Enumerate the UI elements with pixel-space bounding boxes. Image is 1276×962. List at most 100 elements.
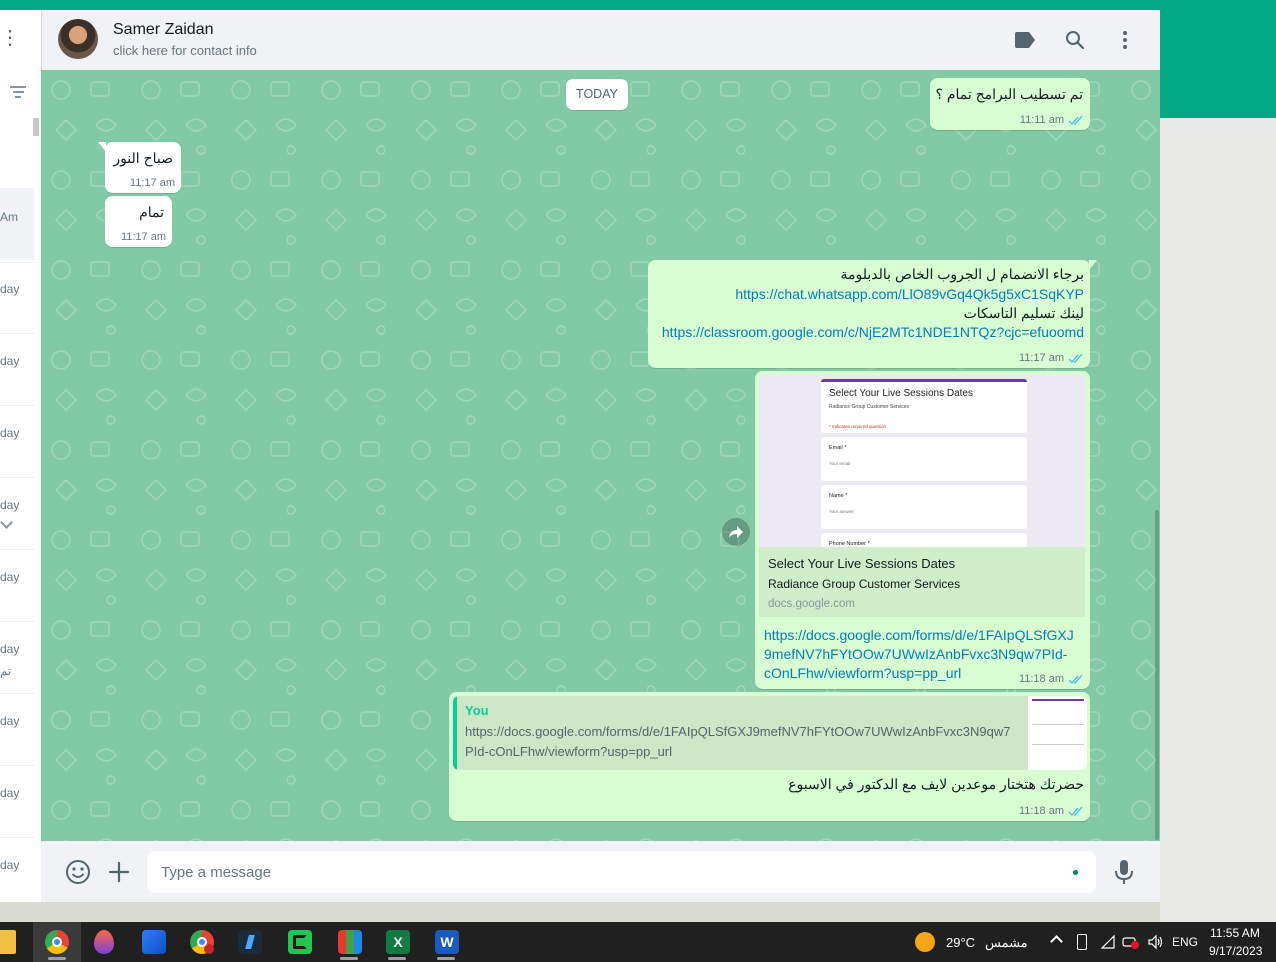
app-background-accent [1160,10,1276,118]
bubble-tail [98,142,106,152]
emoji-icon[interactable] [65,859,91,885]
divider [0,405,34,406]
quote-thumbnail [1027,696,1087,770]
chat-list-time[interactable]: day [0,354,19,368]
chevron-up-icon[interactable] [1050,935,1063,948]
forward-icon[interactable] [722,518,750,546]
search-icon[interactable] [1063,28,1087,52]
chevron-down-icon[interactable] [0,516,13,529]
read-ticks-icon [1068,806,1083,816]
volume-icon[interactable] [1147,934,1163,950]
network-warning-icon[interactable] [1122,934,1140,950]
status-dot [1073,870,1078,875]
label-icon[interactable] [1013,28,1037,52]
avatar[interactable] [58,19,98,59]
active-indicator [48,957,66,960]
chat-list-time[interactable]: day [0,786,19,800]
photos-icon[interactable] [142,930,166,954]
link-preview-details[interactable]: Select Your Live Sessions Dates Radiance… [759,547,1085,617]
message-time: 11:18 am [1018,673,1064,685]
sidebar-scrollbar[interactable] [33,118,39,136]
message-time: 11:17 am [1018,352,1064,364]
message-incoming[interactable]: تمام 11:17 am [105,196,172,247]
message-outgoing-link-preview[interactable]: Select Your Live Sessions Dates Radiance… [755,371,1090,689]
quote-bar [453,696,457,770]
device-icon[interactable] [1077,934,1087,950]
weather-temperature[interactable]: 29°C [946,935,975,950]
chat-list-time[interactable]: day [0,498,19,512]
date-divider: TODAY [566,79,628,110]
message-meta: 11:18 am [1019,805,1084,817]
chat-list-time[interactable]: day [0,282,19,296]
chat-list-time[interactable]: day [0,858,19,872]
quoted-message[interactable]: You https://docs.google.com/forms/d/e/1F… [453,696,1087,770]
divider [0,765,34,766]
os-taskbar: X W 29°C مشمس ENG 11:55 AM 9/17/2023 [0,922,1276,962]
microphone-icon[interactable] [1114,859,1134,885]
contact-info-hint[interactable]: click here for contact info [113,43,257,58]
input-language[interactable]: ENG [1172,935,1198,949]
filter-icon[interactable] [10,86,26,101]
chat-list-time[interactable]: day [0,426,19,440]
menu-icon[interactable]: ⋮ [0,28,20,48]
clock-date[interactable]: 9/17/2023 [1209,944,1262,958]
message-meta: 11:11 am [1020,114,1084,126]
quote-text: https://docs.google.com/forms/d/e/1FAIpQ… [465,724,1011,739]
weather-condition[interactable]: مشمس [985,935,1028,951]
message-meta: 11:17 am [1019,352,1084,364]
contact-name[interactable]: Samer Zaidan [113,21,214,39]
chat-list-time[interactable]: day [0,714,19,728]
word-icon[interactable]: W [435,930,459,954]
message-input[interactable] [147,851,1096,893]
conversation-panel[interactable]: TODAY تم تسطيب البرامج تمام ؟ 11:11 am ص… [41,70,1160,841]
chat-list-time[interactable]: day [0,570,19,584]
excel-icon[interactable]: X [386,930,410,954]
attach-plus-icon[interactable] [108,861,130,883]
paint-drop-icon[interactable] [94,930,114,954]
message-outgoing[interactable]: تم تسطيب البرامج تمام ؟ 11:11 am [930,78,1090,130]
message-incoming[interactable]: صباح النور 11:17 am [98,142,181,193]
divider [0,262,34,263]
multicolor-app-icon[interactable] [338,930,362,954]
message-link[interactable]: https://classroom.google.com/c/NjE2MTc1N… [662,324,1084,340]
read-ticks-icon [1068,115,1083,125]
camtasia-icon[interactable] [288,930,312,954]
link-preview-description: Radiance Group Customer Services [768,577,961,591]
link-line[interactable]: https://docs.google.com/forms/d/e/1FAIpQ… [764,626,1074,645]
link-preview-image[interactable]: Select Your Live Sessions Dates Radiance… [759,375,1085,547]
message-time: 11:17 am [120,231,166,243]
divider [0,333,34,334]
chat-list-item-selected[interactable] [0,188,34,260]
chat-list-snippet: تم [0,664,12,678]
chrome-profile-icon[interactable] [190,930,214,954]
link-preview-domain: docs.google.com [768,598,855,610]
message-text: برجاء الانضمام ل الجروب الخاص بالدبلومة [840,266,1084,282]
chat-header[interactable]: Samer Zaidan click here for contact info [41,10,1160,70]
message-outgoing[interactable]: برجاء الانضمام ل الجروب الخاص بالدبلومة … [648,260,1097,368]
message-meta: 11:18 am [1019,673,1084,685]
form-header-card: Select Your Live Sessions Dates Radiance… [821,379,1027,433]
message-time: 11:18 am [1018,805,1064,817]
divider [0,621,34,622]
file-explorer-icon[interactable] [0,930,16,954]
menu-icon[interactable] [1113,28,1137,52]
form-field-card: Email * Your email [821,437,1027,481]
chat-list-sidebar: ⋮ Am day day day day day day تم day day … [0,10,41,902]
message-text: تمام [139,204,164,220]
message-link[interactable]: https://chat.whatsapp.com/LlO89vGq4Qk5g5… [735,286,1084,302]
message-time: 11:11 am [1019,114,1064,126]
divider [0,693,34,694]
chat-scrollbar[interactable] [1154,70,1160,841]
wifi-icon[interactable] [1100,934,1116,950]
clock-time[interactable]: 11:55 AM [1210,926,1260,940]
chrome-icon[interactable] [45,930,69,954]
divider [0,837,34,838]
chat-list-time[interactable]: day [0,642,19,656]
editor-app-icon[interactable] [238,930,262,954]
link-line[interactable]: 9mefNV7hFYtOOw7UWwIzAnbFvxc3N9qw7PId- [764,645,1074,664]
message-outgoing-reply[interactable]: You https://docs.google.com/forms/d/e/1F… [449,692,1090,821]
divider [0,477,34,478]
message-composer [41,841,1160,902]
message-text: لينك تسليم التاسكات [963,305,1084,321]
weather-sun-icon[interactable] [915,932,935,952]
